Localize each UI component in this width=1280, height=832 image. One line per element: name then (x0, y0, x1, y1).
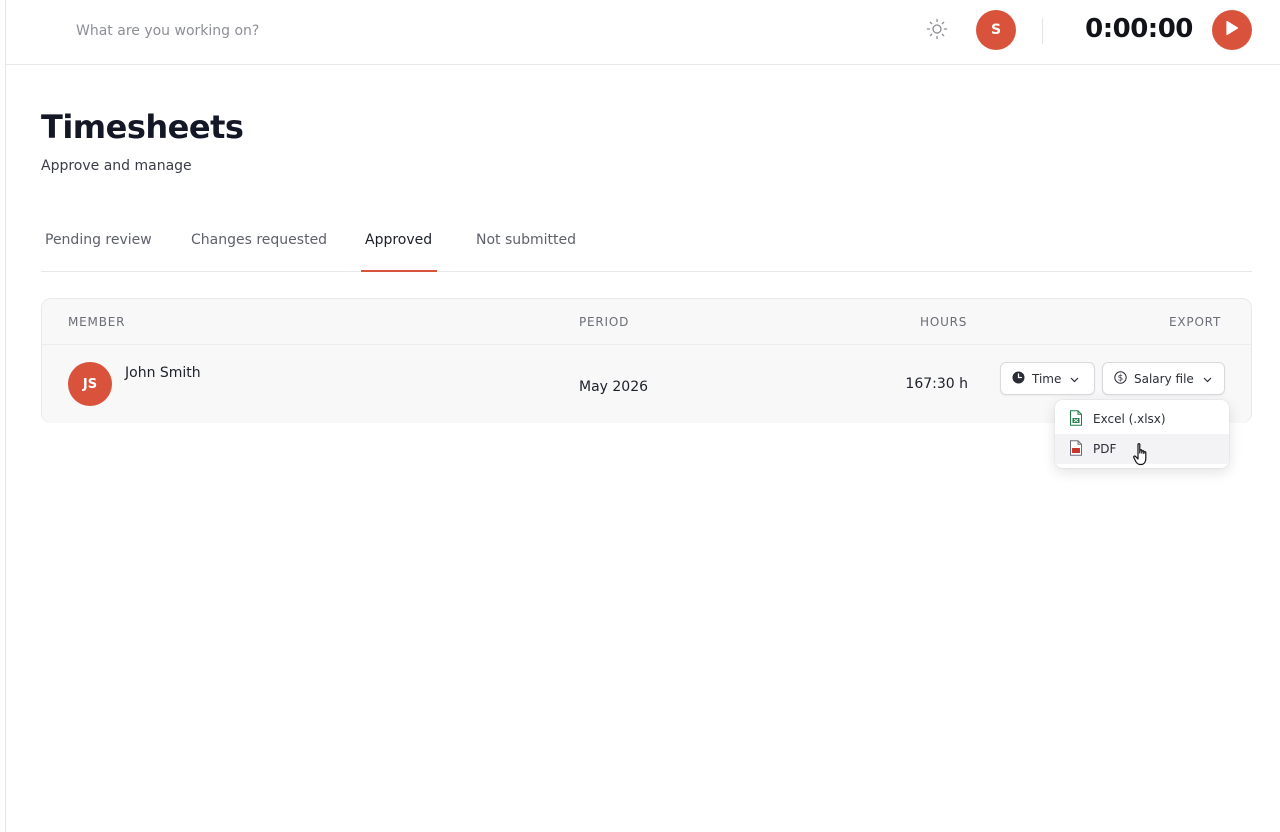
tab-approved[interactable]: Approved (361, 222, 437, 272)
sun-icon (926, 18, 948, 44)
user-avatar[interactable]: S (976, 10, 1016, 50)
pdf-file-icon (1069, 439, 1083, 459)
tab-changes-requested[interactable]: Changes requested (187, 222, 331, 272)
export-salary-file-button[interactable]: $ Salary file (1102, 362, 1225, 395)
play-icon (1225, 20, 1239, 40)
divider (1042, 18, 1043, 44)
page-subtitle: Approve and manage (41, 158, 192, 174)
chevron-down-icon (1070, 372, 1079, 386)
start-timer-button[interactable] (1212, 10, 1252, 50)
task-description-input[interactable] (76, 18, 676, 44)
tab-pending-review[interactable]: Pending review (41, 222, 156, 272)
menu-item-label: PDF (1093, 442, 1117, 456)
status-tabs: Pending review Changes requested Approve… (41, 222, 1252, 272)
salary-file-button-label: Salary file (1134, 371, 1194, 386)
excel-file-icon (1069, 409, 1083, 429)
time-button-label: Time (1032, 371, 1062, 386)
export-time-button[interactable]: Time (1000, 362, 1095, 395)
page-title: Timesheets (41, 108, 244, 146)
column-period: PERIOD (579, 315, 630, 329)
column-hours: HOURS (920, 315, 968, 329)
period-value: May 2026 (579, 379, 649, 395)
timer-display: 0:00:00 (1085, 14, 1193, 44)
dollar-icon: $ (1114, 370, 1127, 387)
svg-text:$: $ (1118, 373, 1123, 383)
member-name: John Smith (125, 365, 201, 381)
theme-toggle-button[interactable] (924, 18, 950, 44)
column-export: EXPORT (1169, 315, 1222, 329)
menu-item-excel[interactable]: Excel (.xlsx) (1055, 404, 1229, 434)
top-bar: S 0:00:00 (6, 0, 1280, 65)
hand-cursor-icon (1132, 442, 1152, 468)
tab-not-submitted[interactable]: Not submitted (472, 222, 580, 272)
hours-value: 167:30 h (905, 376, 968, 392)
app-page: S 0:00:00 Timesheets Approve and manage … (5, 0, 1280, 832)
menu-item-label: Excel (.xlsx) (1093, 412, 1166, 426)
member-avatar: JS (68, 362, 112, 406)
table-header: MEMBER PERIOD HOURS EXPORT (42, 299, 1251, 345)
chevron-down-icon (1203, 372, 1212, 386)
clock-icon (1012, 371, 1025, 387)
column-member: MEMBER (68, 315, 126, 329)
